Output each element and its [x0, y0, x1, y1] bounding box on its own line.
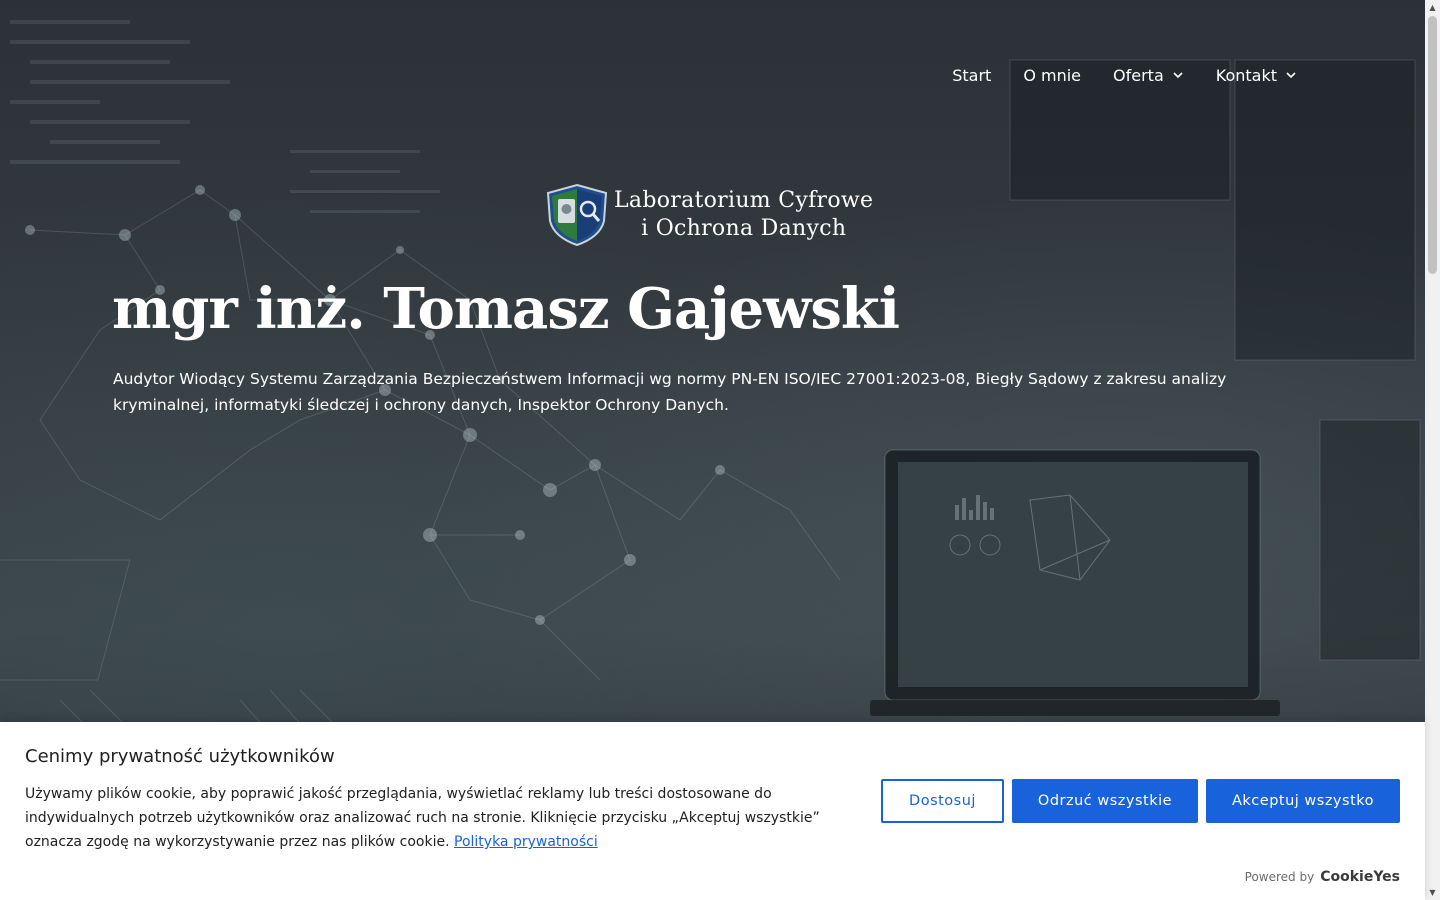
logo-line-1: Laboratorium Cyfrowe — [614, 188, 874, 213]
accept-all-button[interactable]: Akceptuj wszystko — [1206, 779, 1400, 823]
shield-magnifier-icon — [546, 183, 608, 247]
scrollbar-thumb[interactable] — [1428, 16, 1437, 274]
powered-by-label: Powered by — [1244, 870, 1315, 884]
nav-item-o-mnie[interactable]: O mnie — [1023, 62, 1081, 88]
nav-item-kontakt[interactable]: Kontakt — [1216, 62, 1297, 88]
nav-item-oferta[interactable]: Oferta — [1113, 62, 1184, 88]
cookie-title: Cenimy prywatność użytkowników — [25, 746, 335, 767]
reject-all-button[interactable]: Odrzuć wszystkie — [1012, 779, 1198, 823]
site-logo[interactable]: Laboratorium Cyfrowe i Ochrona Danych — [544, 183, 873, 247]
cookie-description: Używamy plików cookie, aby poprawić jako… — [25, 782, 845, 854]
logo-text: Laboratorium Cyfrowe i Ochrona Danych — [614, 187, 873, 243]
page-title: mgr inż. Tomasz Gajewski — [112, 276, 900, 342]
privacy-policy-link[interactable]: Polityka prywatności — [454, 834, 598, 850]
logo-line-2: i Ochrona Danych — [641, 216, 847, 241]
customize-button[interactable]: Dostosuj — [881, 779, 1004, 823]
nav-item-label: Start — [952, 65, 992, 85]
main-navigation: Start O mnie Oferta Kontakt — [920, 62, 1297, 88]
powered-by: Powered by CookieYes — [1245, 869, 1400, 885]
nav-item-label: Oferta — [1113, 65, 1164, 85]
cookie-consent-banner: Cenimy prywatność użytkowników Używamy p… — [0, 722, 1425, 900]
chevron-down-icon — [1286, 72, 1296, 79]
chevron-down-icon — [1173, 72, 1183, 79]
nav-item-label: Kontakt — [1215, 65, 1277, 85]
cookieyes-logo[interactable]: CookieYes — [1320, 869, 1400, 885]
nav-item-start[interactable]: Start — [952, 62, 991, 88]
scroll-down-icon[interactable]: ▼ — [1425, 885, 1440, 900]
scroll-up-icon[interactable]: ▲ — [1425, 0, 1440, 15]
nav-item-label: O mnie — [1023, 65, 1082, 85]
cookie-description-text: Używamy plików cookie, aby poprawić jako… — [25, 786, 820, 850]
page-subtitle: Audytor Wiodący Systemu Zarządzania Bezp… — [113, 370, 1227, 414]
page-scrollbar[interactable]: ▲ ▼ — [1425, 0, 1440, 900]
